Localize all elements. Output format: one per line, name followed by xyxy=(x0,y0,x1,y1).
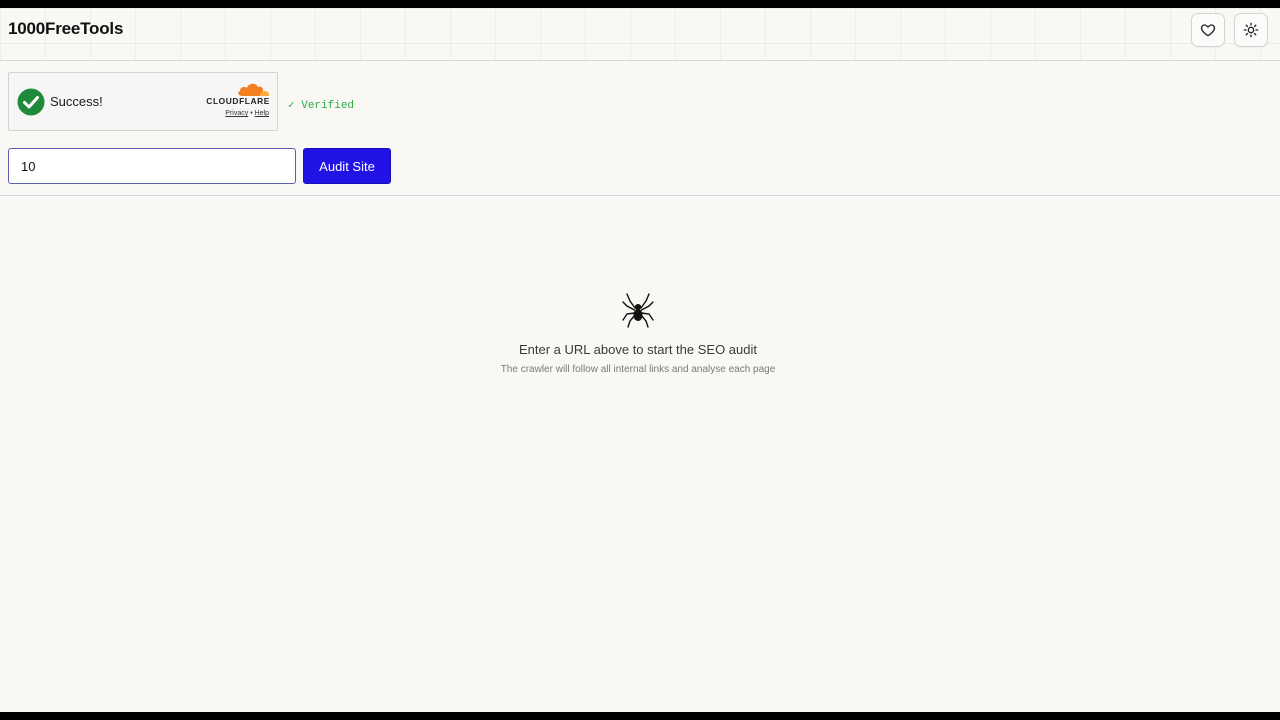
spider-icon xyxy=(622,293,654,328)
empty-state-title: Enter a URL above to start the SEO audit xyxy=(519,342,757,357)
privacy-link[interactable]: Privacy xyxy=(225,110,248,117)
url-input[interactable] xyxy=(8,148,296,184)
empty-state-subtitle: The crawler will follow all internal lin… xyxy=(500,364,776,375)
section-divider xyxy=(0,195,1280,196)
page: 1000FreeTools Success! CLOUDFLARE Privac… xyxy=(0,8,1280,712)
link-separator: • xyxy=(250,110,253,117)
favorite-button[interactable] xyxy=(1191,13,1225,47)
verified-status: ✓ Verified xyxy=(288,100,355,112)
theme-toggle-button[interactable] xyxy=(1234,13,1268,47)
brand-logo[interactable]: 1000FreeTools xyxy=(8,19,123,39)
turnstile-status-text: Success! xyxy=(50,94,103,109)
top-header: 1000FreeTools xyxy=(0,8,1280,61)
sun-icon xyxy=(1243,22,1259,38)
help-link[interactable]: Help xyxy=(255,110,269,117)
success-check-icon xyxy=(17,88,45,116)
heart-icon xyxy=(1200,24,1216,37)
cloudflare-logo: CLOUDFLARE xyxy=(202,82,270,106)
cloudflare-turnstile-widget: Success! CLOUDFLARE Privacy • Help xyxy=(8,72,278,131)
cloudflare-wordmark: CLOUDFLARE xyxy=(206,96,270,106)
cloudflare-links: Privacy • Help xyxy=(225,110,269,117)
cloudflare-cloud-icon xyxy=(238,83,270,96)
audit-site-button[interactable]: Audit Site xyxy=(303,148,391,184)
